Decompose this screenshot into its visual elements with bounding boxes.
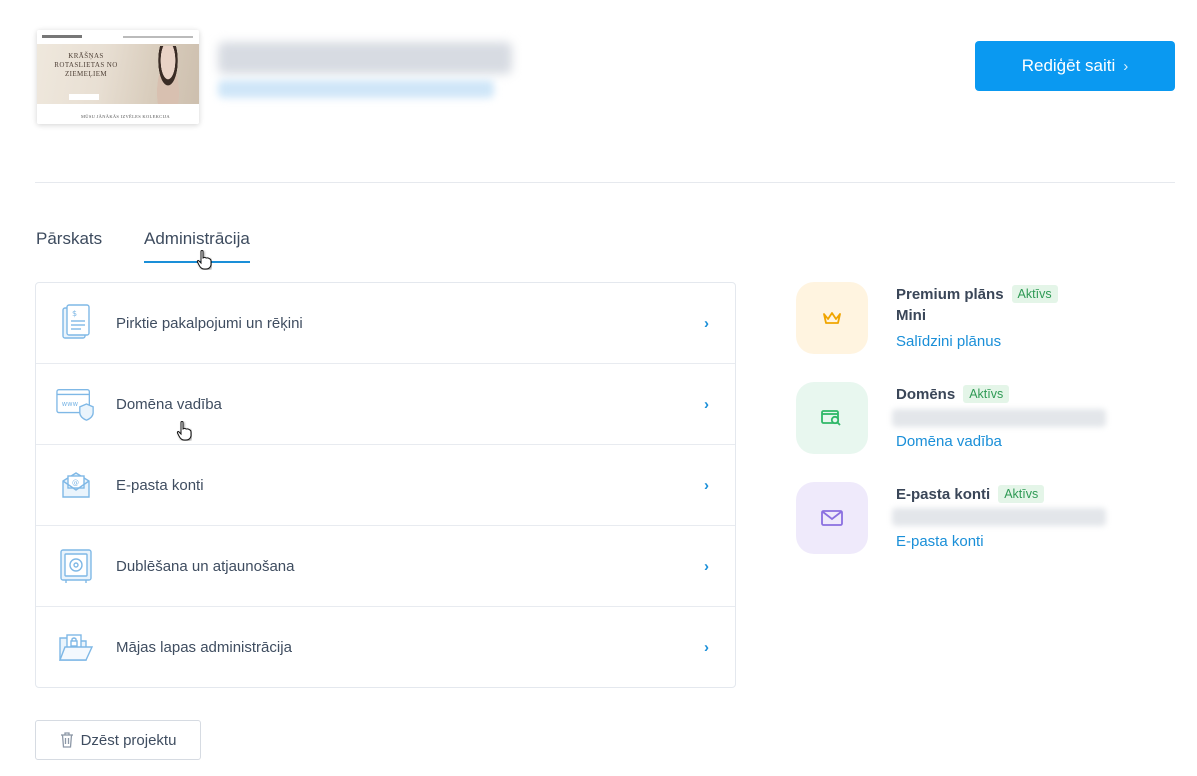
list-item-label: Domēna vadība — [116, 395, 222, 413]
chevron-right-icon: › — [704, 395, 709, 413]
email-accounts-link[interactable]: E-pasta konti — [896, 533, 984, 550]
crown-icon — [823, 312, 841, 324]
edit-site-button[interactable]: Rediģēt saiti › — [975, 41, 1175, 91]
domain-www-icon: www — [56, 384, 96, 424]
site-name-blurred — [218, 42, 512, 74]
premium-plan-tile — [796, 282, 868, 354]
list-item-backup-restore[interactable]: Dublēšana un atjaunošana › — [36, 526, 735, 607]
premium-plan-title: Premium plāns Aktīvs — [896, 285, 1058, 303]
domain-search-icon — [821, 410, 841, 426]
svg-text:$: $ — [72, 309, 77, 318]
premium-plan-label: Premium plāns — [896, 285, 1004, 303]
domain-title: Domēns Aktīvs — [896, 385, 1010, 403]
status-badge: Aktīvs — [998, 485, 1045, 503]
domain-management-link[interactable]: Domēna vadība — [896, 433, 1002, 450]
thumbnail-hero: KRĀŠŅAS ROTASLIETAS NO ZIEMEĻIEM — [37, 44, 199, 104]
list-item-label: Mājas lapas administrācija — [116, 639, 292, 656]
chevron-right-icon: › — [704, 476, 709, 494]
thumbnail-hero-button — [69, 94, 99, 100]
email-tile — [796, 482, 868, 554]
mail-icon — [821, 510, 843, 526]
list-item-label: Pirktie pakalpojumi un rēķini — [116, 314, 303, 332]
list-item-purchased-services[interactable]: $ Pirktie pakalpojumi un rēķini › — [36, 283, 735, 364]
list-item-label: E-pasta konti — [116, 476, 204, 494]
domain-name-blurred — [892, 409, 1106, 427]
hand-cursor-icon — [176, 421, 192, 441]
thumbnail-hero-text: KRĀŠŅAS — [68, 52, 104, 60]
chevron-right-icon: › — [704, 639, 709, 656]
list-item-email-accounts[interactable]: @ E-pasta konti › — [36, 445, 735, 526]
trash-icon — [60, 732, 73, 748]
email-envelope-icon: @ — [56, 465, 96, 505]
admin-menu-list: $ Pirktie pakalpojumi un rēķini › www Do… — [35, 282, 736, 688]
chevron-right-icon: › — [704, 314, 709, 332]
thumbnail-nav — [123, 36, 193, 38]
email-title: E-pasta konti Aktīvs — [896, 485, 1045, 503]
domain-tile — [796, 382, 868, 454]
svg-text:@: @ — [72, 479, 79, 487]
site-thumbnail[interactable]: KRĀŠŅAS ROTASLIETAS NO ZIEMEĻIEM MŪSU JĀ… — [37, 30, 199, 124]
chevron-right-icon: › — [704, 557, 709, 575]
chevron-right-icon: › — [1123, 57, 1129, 75]
thumbnail-logo — [42, 35, 82, 38]
thumbnail-header — [37, 30, 199, 44]
delete-project-label: Dzēst projektu — [80, 731, 177, 749]
premium-plan-name: Mini — [896, 307, 926, 324]
hand-cursor-icon — [196, 250, 212, 270]
site-url-blurred[interactable] — [218, 80, 494, 98]
domain-label: Domēns — [896, 385, 956, 403]
thumbnail-hero-text: ROTASLIETAS NO — [54, 61, 118, 69]
invoice-icon: $ — [56, 303, 96, 343]
thumbnail-footer-text: MŪSU JĀNĀKĀS IZVĒLES KOLEKCIJA — [81, 114, 170, 119]
thumbnail-hero-text: ZIEMEĻIEM — [64, 70, 108, 78]
list-item-site-administration[interactable]: Mājas lapas administrācija › — [36, 607, 735, 688]
svg-text:www: www — [62, 400, 79, 408]
email-address-blurred — [892, 508, 1106, 526]
thumbnail-footer: MŪSU JĀNĀKĀS IZVĒLES KOLEKCIJA — [37, 104, 199, 124]
compare-plans-link[interactable]: Salīdzini plānus — [896, 333, 1001, 350]
delete-project-button[interactable]: Dzēst projektu — [35, 720, 201, 760]
status-badge: Aktīvs — [1011, 285, 1058, 303]
list-item-label: Dublēšana un atjaunošana — [116, 557, 295, 575]
safe-backup-icon — [56, 546, 96, 586]
tab-overview[interactable]: Pārskats — [36, 229, 102, 261]
status-badge: Aktīvs — [963, 385, 1010, 403]
thumbnail-model-image — [151, 46, 185, 104]
list-item-domain-management[interactable]: www Domēna vadība › — [36, 364, 735, 445]
email-label: E-pasta konti — [896, 485, 991, 503]
header-divider — [35, 182, 1175, 183]
edit-site-button-label: Rediģēt saiti — [1021, 56, 1116, 75]
folder-lock-icon — [56, 628, 96, 668]
